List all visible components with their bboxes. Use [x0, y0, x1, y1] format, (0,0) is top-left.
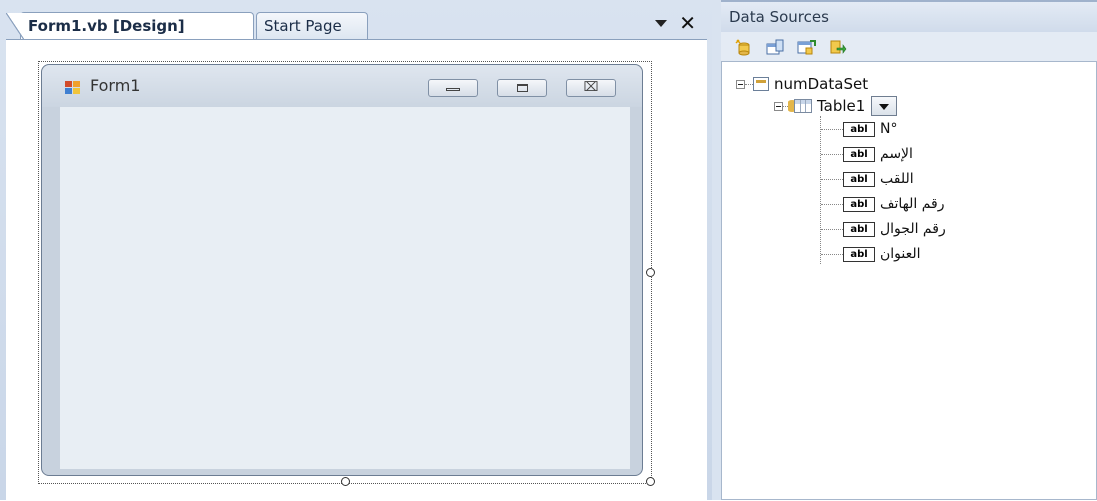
- tree-item-field[interactable]: abl اللقب: [821, 169, 914, 189]
- form-titlebar[interactable]: Form1 ⌧: [42, 65, 642, 107]
- panel-splitter[interactable]: [712, 0, 721, 500]
- field-label: N°: [880, 121, 898, 137]
- edit-dataset-designer-icon[interactable]: [766, 39, 785, 56]
- textbox-field-icon: abl: [843, 121, 875, 137]
- tree-connector: [821, 128, 843, 130]
- tree-item-field[interactable]: abl رقم الجوال: [821, 219, 946, 239]
- form-app-icon: [65, 81, 80, 94]
- field-label: رقم الهاتف: [880, 196, 945, 212]
- tree-connector: [821, 253, 843, 255]
- close-icon: ⌧: [583, 80, 599, 95]
- form-title-label: Form1: [90, 76, 141, 95]
- table-control-dropdown[interactable]: [871, 96, 898, 116]
- tree-item-field[interactable]: abl رقم الهاتف: [821, 194, 944, 214]
- textbox-field-icon: abl: [843, 196, 875, 212]
- resize-handle-corner[interactable]: [646, 477, 655, 486]
- table-label: Table1: [817, 97, 866, 115]
- field-label: اللقب: [880, 171, 914, 187]
- data-sources-title: Data Sources: [729, 8, 829, 26]
- configure-dataset-icon[interactable]: [797, 39, 816, 56]
- tree-node-dataset[interactable]: numDataSet: [736, 74, 868, 94]
- field-label: الإسم: [880, 146, 913, 162]
- tree-connector: [821, 178, 843, 180]
- active-files-dropdown-icon[interactable]: [655, 19, 668, 27]
- resize-handle-bottom[interactable]: [341, 477, 350, 486]
- field-label: رقم الجوال: [880, 221, 946, 237]
- dataset-icon: [753, 77, 769, 91]
- field-label: العنوان: [880, 246, 921, 262]
- dataset-label: numDataSet: [774, 75, 869, 93]
- data-sources-panel: Data Sources numDataSet Table1 abl N° ab…: [721, 0, 1097, 500]
- minimize-button[interactable]: [428, 79, 478, 97]
- tree-connector: [821, 203, 843, 205]
- refresh-icon[interactable]: [828, 39, 847, 56]
- textbox-field-icon: abl: [843, 171, 875, 187]
- close-document-icon[interactable]: ✕: [679, 13, 696, 33]
- minimize-icon: [446, 88, 460, 91]
- collapse-dataset-icon[interactable]: [736, 79, 745, 89]
- resize-handle-right[interactable]: [646, 268, 655, 277]
- close-button[interactable]: ⌧: [566, 79, 616, 97]
- data-sources-toolbar: [721, 32, 1097, 61]
- tree-connector: [821, 153, 843, 155]
- textbox-field-icon: abl: [843, 221, 875, 237]
- data-sources-tree[interactable]: numDataSet Table1 abl N° abl الإسم abl ا…: [721, 61, 1097, 500]
- form1-window[interactable]: Form1 ⌧: [41, 64, 643, 476]
- maximize-button[interactable]: [497, 79, 547, 97]
- tree-item-field[interactable]: abl الإسم: [821, 144, 913, 164]
- tree-item-field[interactable]: abl N°: [821, 119, 897, 139]
- table-icon: [794, 99, 812, 113]
- collapse-table-icon[interactable]: [774, 101, 783, 111]
- tree-item-field[interactable]: abl العنوان: [821, 244, 921, 264]
- tree-node-table[interactable]: Table1: [774, 96, 898, 116]
- tab-window-controls: ✕: [655, 13, 696, 33]
- tab-form1-design[interactable]: Form1.vb [Design]: [6, 12, 254, 40]
- add-data-source-icon[interactable]: [735, 39, 754, 56]
- tab-start-page[interactable]: Start Page: [256, 12, 368, 39]
- document-tabstrip: Form1.vb [Design] Start Page ✕: [0, 0, 712, 40]
- data-sources-header: Data Sources: [721, 0, 1097, 34]
- form-client-area[interactable]: [60, 107, 630, 469]
- tree-connector: [745, 83, 753, 85]
- textbox-field-icon: abl: [843, 246, 875, 262]
- maximize-icon: [517, 84, 528, 92]
- tree-connector: [821, 228, 843, 230]
- textbox-field-icon: abl: [843, 146, 875, 162]
